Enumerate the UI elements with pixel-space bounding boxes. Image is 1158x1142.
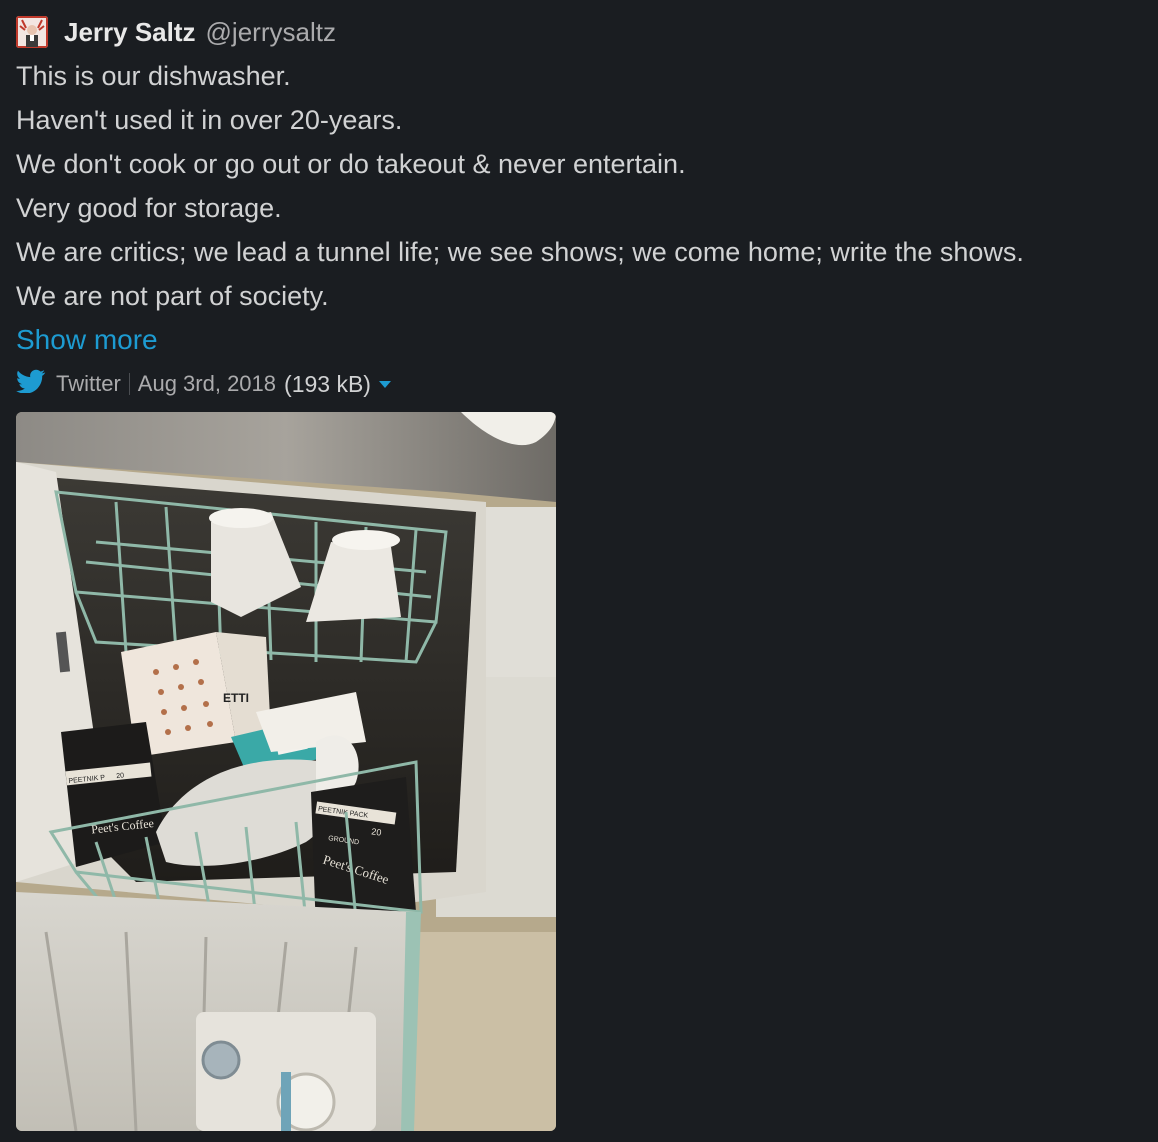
message-line: We are not part of society.	[16, 281, 329, 311]
show-more-link[interactable]: Show more	[16, 318, 158, 362]
author-handle: @jerrysaltz	[205, 16, 336, 47]
message-header: Jerry Saltz @jerrysaltz	[16, 12, 1146, 52]
attachment-meta: Twitter Aug 3rd, 2018 (193 kB)	[16, 362, 1146, 406]
attached-photo[interactable]: ETTI PEETNIK P 20 Peet's Coffee PEETNIK …	[16, 412, 556, 1131]
divider	[128, 373, 130, 395]
box-brand-label: ETTI	[223, 691, 249, 705]
twitter-bird-icon	[16, 369, 56, 399]
author-name[interactable]: Jerry Saltz	[64, 17, 196, 48]
message: Jerry Saltz @jerrysaltz This is our dish…	[16, 12, 1146, 406]
bag-count-label-left: 20	[116, 772, 125, 780]
message-line: This is our dishwasher.	[16, 61, 291, 91]
message-line: We don't cook or go out or do takeout & …	[16, 149, 686, 179]
message-line: Haven't used it in over 20-years.	[16, 105, 403, 135]
dishwasher-photo: ETTI PEETNIK P 20 Peet's Coffee PEETNIK …	[16, 412, 556, 1131]
attachment-size: (193 kB)	[284, 370, 371, 397]
attachment-date[interactable]: Aug 3rd, 2018	[138, 371, 276, 397]
bag-count-label-right: 20	[371, 826, 382, 837]
message-line: We are critics; we lead a tunnel life; w…	[16, 237, 1024, 267]
chevron-down-icon[interactable]	[378, 380, 391, 388]
avatar[interactable]	[16, 16, 48, 48]
attachment-source[interactable]: Twitter	[56, 371, 121, 397]
message-line: Very good for storage.	[16, 193, 282, 223]
message-body: This is our dishwasher. Haven't used it …	[16, 54, 1146, 362]
